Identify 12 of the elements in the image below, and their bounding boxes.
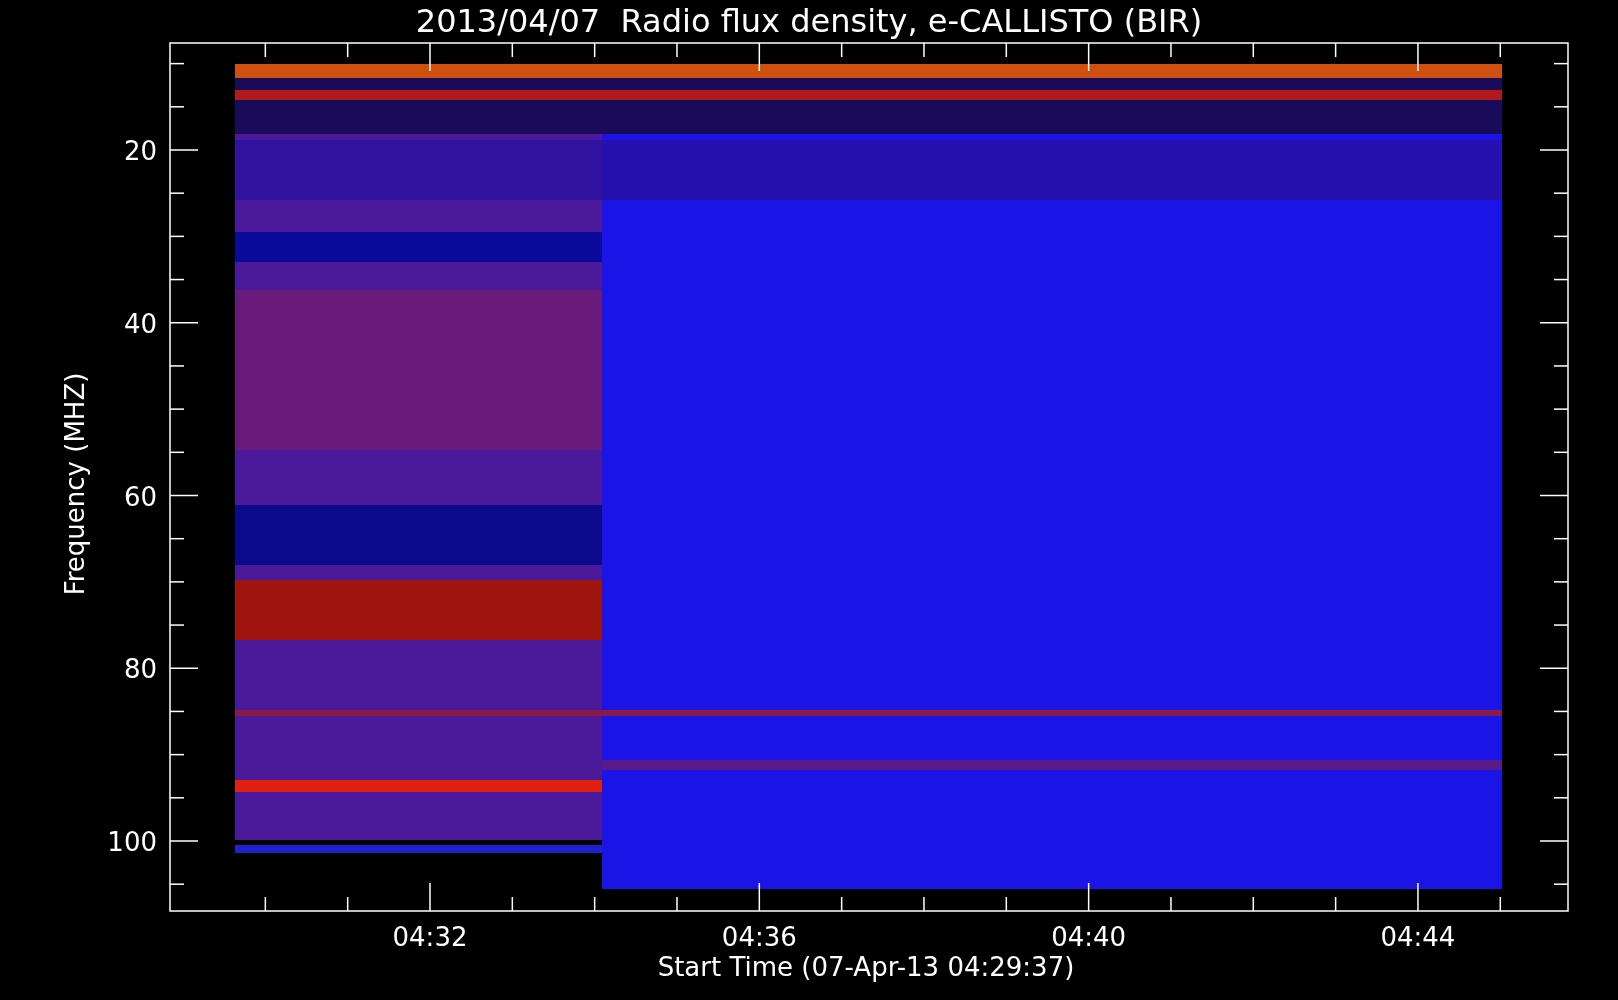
- chart-title: 2013/04/07 Radio flux density, e-CALLISTO (BIR): [415, 2, 1203, 40]
- y-tick-label: 40: [123, 308, 157, 339]
- y-tick-label: 20: [123, 136, 157, 166]
- x-tick-label: 04:36: [721, 922, 797, 952]
- x-axis-label: Start Time (07-Apr-13 04:29:37): [657, 952, 1075, 982]
- x-tick-label: 04:40: [1051, 922, 1127, 952]
- y-tick-label: 100: [107, 827, 157, 857]
- x-tick-label: 04:32: [392, 922, 468, 952]
- y-tick-label: 60: [123, 481, 157, 512]
- x-tick-label: 04:44: [1380, 922, 1456, 952]
- y-tick-label: 80: [123, 654, 157, 685]
- y-axis-label: Frequency (MHZ): [60, 372, 90, 596]
